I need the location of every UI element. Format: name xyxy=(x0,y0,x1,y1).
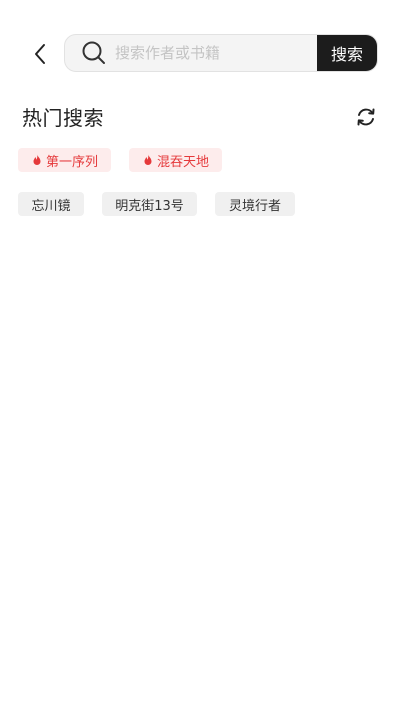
back-button[interactable] xyxy=(24,36,56,72)
search-tag[interactable]: 忘川镜 xyxy=(18,192,84,216)
hot-tag-label: 混吞天地 xyxy=(156,154,209,170)
hot-search-title: 热门搜索 xyxy=(22,106,104,130)
search-page: 搜索 热门搜索 第一序列 混吞天地 忘川镜 明克街13号 灵境行者 xyxy=(0,0,400,712)
hot-tag[interactable]: 第一序列 xyxy=(18,148,111,172)
refresh-button[interactable] xyxy=(352,104,380,130)
flame-icon xyxy=(144,154,152,165)
chevron-left-icon xyxy=(35,44,45,64)
refresh-icon xyxy=(357,108,375,126)
hot-tag-label: 第一序列 xyxy=(45,154,98,170)
search-tag-label: 忘川镜 xyxy=(31,198,71,214)
search-icon xyxy=(79,38,109,68)
search-tag-label: 明克街13号 xyxy=(115,198,184,214)
search-input[interactable] xyxy=(115,35,317,71)
search-tag-label: 灵境行者 xyxy=(228,198,281,214)
flame-icon xyxy=(33,154,41,165)
search-bar: 搜索 xyxy=(64,34,378,72)
hot-tag[interactable]: 混吞天地 xyxy=(129,148,222,172)
search-tag[interactable]: 明克街13号 xyxy=(102,192,197,216)
search-button[interactable]: 搜索 xyxy=(317,35,377,71)
search-tag[interactable]: 灵境行者 xyxy=(215,192,295,216)
